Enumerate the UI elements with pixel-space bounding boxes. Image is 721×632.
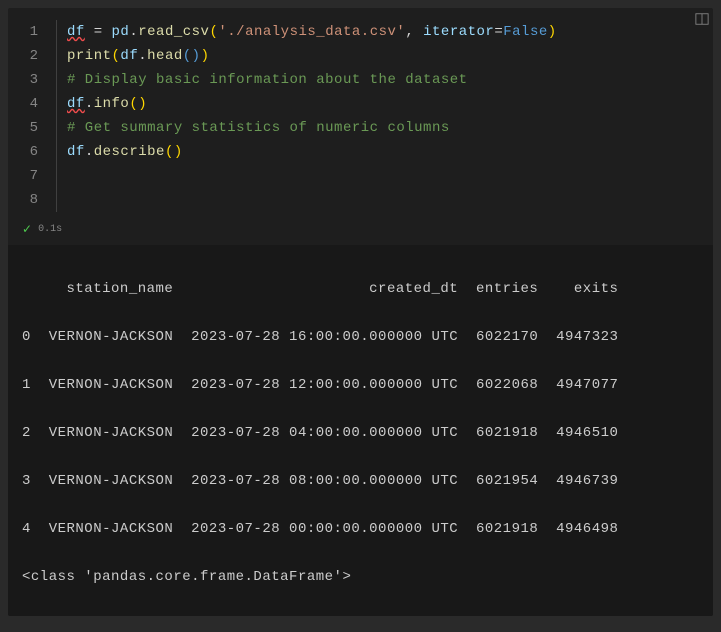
success-check-icon: ✓ xyxy=(22,222,32,237)
output-data-row: 4 VERNON-JACKSON 2023-07-28 00:00:00.000… xyxy=(22,517,699,541)
output-header-row: station_name created_dt entries exits xyxy=(22,277,699,301)
execution-status: ✓ 0.1s xyxy=(8,220,713,245)
line-number: 4 xyxy=(8,92,38,116)
line-gutter: 1 2 3 4 5 6 7 8 xyxy=(8,20,56,212)
output-info-class: <class 'pandas.core.frame.DataFrame'> xyxy=(22,565,699,589)
output-data-row: 1 VERNON-JACKSON 2023-07-28 12:00:00.000… xyxy=(22,373,699,397)
line-number: 2 xyxy=(8,44,38,68)
output-data-row: 0 VERNON-JACKSON 2023-07-28 16:00:00.000… xyxy=(22,325,699,349)
output-info-range: RangeIndex: 100000 entries, 0 to 99999 xyxy=(22,613,699,616)
code-line-8[interactable]: df.describe() xyxy=(67,140,713,164)
code-line-7[interactable]: # Get summary statistics of numeric colu… xyxy=(67,116,713,140)
line-number: 7 xyxy=(8,164,38,188)
execution-time: 0.1s xyxy=(38,224,62,235)
cell-output[interactable]: station_name created_dt entries exits 0 … xyxy=(8,245,713,616)
line-number: 8 xyxy=(8,188,38,212)
code-line-2[interactable]: print(df.head()) xyxy=(67,44,713,68)
notebook-cell: 1 2 3 4 5 6 7 8 df = pd.read_csv('./anal… xyxy=(8,8,713,616)
code-editor[interactable]: 1 2 3 4 5 6 7 8 df = pd.read_csv('./anal… xyxy=(8,8,713,220)
cell-toolbar xyxy=(691,8,713,30)
output-data-row: 3 VERNON-JACKSON 2023-07-28 08:00:00.000… xyxy=(22,469,699,493)
code-content[interactable]: df = pd.read_csv('./analysis_data.csv', … xyxy=(56,20,713,212)
line-number: 6 xyxy=(8,140,38,164)
split-editor-icon[interactable] xyxy=(693,10,711,28)
code-line-5[interactable]: df.info() xyxy=(67,92,713,116)
output-data-row: 2 VERNON-JACKSON 2023-07-28 04:00:00.000… xyxy=(22,421,699,445)
code-line-1[interactable]: df = pd.read_csv('./analysis_data.csv', … xyxy=(67,20,713,44)
line-number: 1 xyxy=(8,20,38,44)
code-line-4[interactable]: # Display basic information about the da… xyxy=(67,68,713,92)
line-number: 3 xyxy=(8,68,38,92)
line-number: 5 xyxy=(8,116,38,140)
